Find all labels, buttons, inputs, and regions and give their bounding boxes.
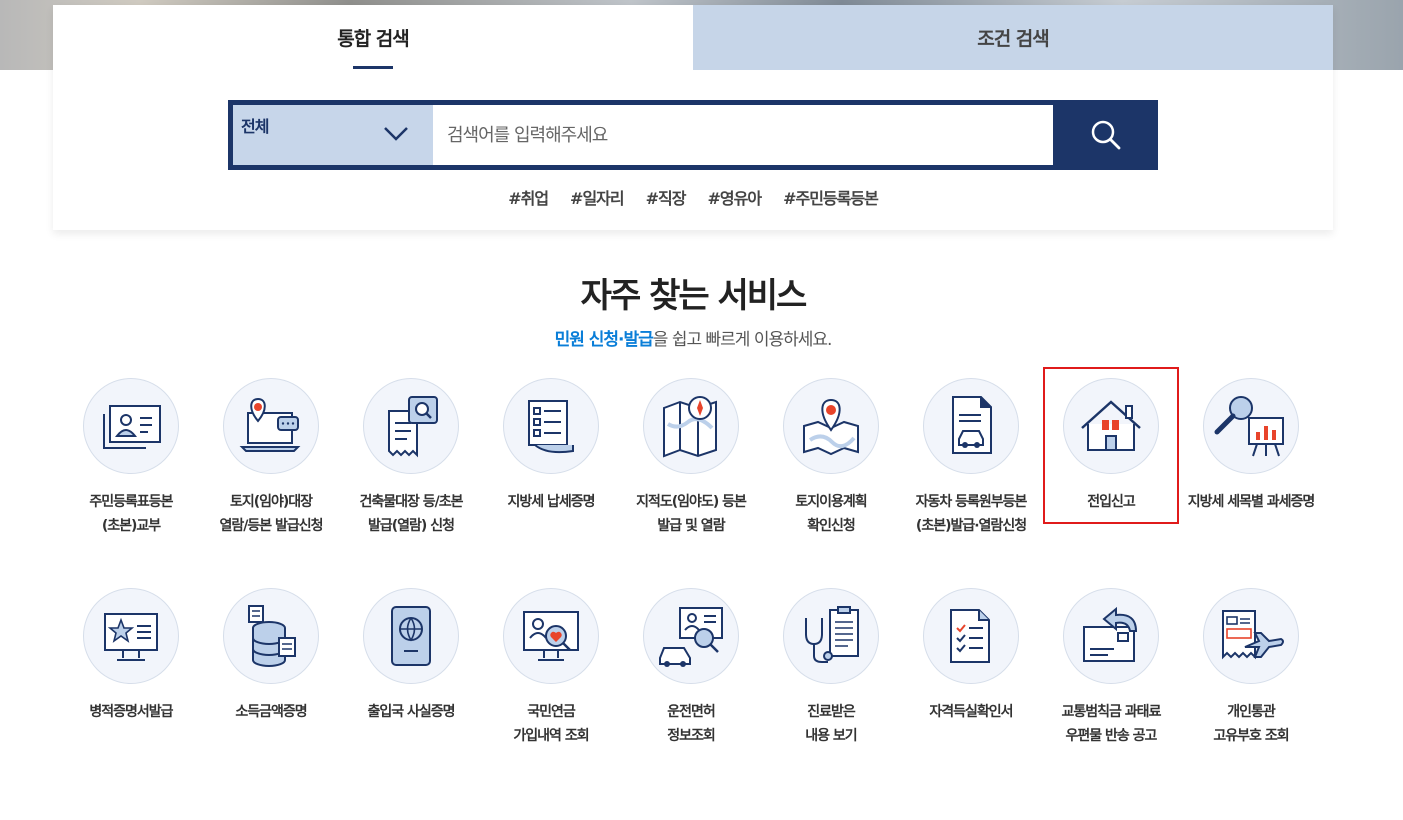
search-bar: 전체 (228, 100, 1158, 170)
service-label: 출입국 사실증명 (367, 704, 455, 720)
service-circle (1203, 588, 1299, 684)
service-label: 자동차 등록원부등본 (초본)발급·열람신청 (915, 494, 1028, 534)
service-circle (643, 378, 739, 474)
search-input[interactable] (433, 105, 1053, 165)
service-label: 운전면허 정보조회 (667, 704, 716, 744)
category-select-value: 전체 (241, 117, 269, 136)
service-item-medical-records[interactable]: 진료받은 내용 보기 (761, 588, 901, 748)
map-compass-icon (663, 396, 717, 458)
car-document-icon (952, 396, 992, 454)
service-label: 진료받은 내용 보기 (805, 704, 857, 744)
customs-plane-icon (1222, 610, 1284, 660)
service-item-traffic-fine-mail[interactable]: 교통범칙금 과태료 우편물 반송 공고 (1041, 588, 1181, 748)
section-title: 자주 찾는 서비스 (580, 276, 808, 316)
service-circle (923, 588, 1019, 684)
tag-link[interactable]: #취업 (508, 185, 549, 209)
tag-link[interactable]: #영유아 (707, 185, 762, 209)
monitor-star-icon (104, 613, 158, 661)
service-circle (503, 588, 599, 684)
popular-tags: #취업 #일자리 #직장 #영유아 #주민등록등본 (53, 185, 1333, 209)
database-coins-icon (248, 605, 296, 667)
service-circle (363, 378, 459, 474)
service-label: 자격득실확인서 (929, 704, 1013, 720)
service-label: 토지(임야)대장 열람/등본 발급신청 (219, 494, 323, 534)
service-circle (783, 588, 879, 684)
magnifier-chart-icon (1214, 396, 1284, 457)
id-card-icon (103, 405, 161, 449)
service-item-income-certificate[interactable]: 소득금액증명 (201, 588, 341, 724)
service-circle (363, 588, 459, 684)
stethoscope-clipboard-icon (805, 606, 859, 663)
service-item-customs-code[interactable]: 개인통관 고유부호 조회 (1181, 588, 1321, 748)
service-item-building-ledger[interactable]: 건축물대장 등/초본 발급(열람) 신청 (341, 378, 481, 538)
search-button[interactable] (1053, 100, 1158, 170)
search-icon (1091, 120, 1120, 150)
document-search-icon (388, 396, 438, 458)
returned-mail-icon (1083, 606, 1138, 662)
service-circle (643, 588, 739, 684)
service-item-resident-copy[interactable]: 주민등록표등본 (초본)교부 (61, 378, 201, 538)
section-subtitle: 민원 신청·발급을 쉽고 빠르게 이용하세요. (0, 325, 1386, 350)
service-circle (223, 378, 319, 474)
service-item-immigration-record[interactable]: 출입국 사실증명 (341, 588, 481, 724)
service-label: 지적도(임야도) 등본 발급 및 열람 (636, 494, 747, 534)
service-circle (923, 378, 1019, 474)
subtitle-rest: 을 쉽고 빠르게 이용하세요. (652, 330, 833, 350)
tag-link[interactable]: #직장 (646, 185, 687, 209)
service-item-land-ledger[interactable]: 토지(임야)대장 열람/등본 발급신청 (201, 378, 341, 538)
tab-condition-search[interactable]: 조건 검색 (693, 5, 1333, 70)
service-item-land-use-plan[interactable]: 토지이용계획 확인신청 (761, 378, 901, 538)
tab-integrated-search[interactable]: 통합 검색 (53, 5, 693, 70)
service-label: 병적증명서발급 (89, 704, 173, 720)
map-pin-icon (803, 398, 859, 456)
service-label: 개인통관 고유부호 조회 (1213, 704, 1289, 744)
service-item-cadastral-map[interactable]: 지적도(임야도) 등본 발급 및 열람 (621, 378, 761, 538)
service-circle (1063, 588, 1159, 684)
passport-icon (391, 606, 431, 666)
pension-heart-icon (523, 611, 579, 661)
service-label: 주민등록표등본 (초본)교부 (89, 494, 173, 534)
service-item-driver-license[interactable]: 운전면허 정보조회 (621, 588, 761, 748)
service-label: 건축물대장 등/초본 발급(열람) 신청 (359, 494, 463, 534)
tag-link[interactable]: #주민등록등본 (783, 185, 879, 209)
service-item-car-registration[interactable]: 자동차 등록원부등본 (초본)발급·열람신청 (901, 378, 1041, 538)
service-circle (83, 378, 179, 474)
checklist-icon (950, 609, 990, 663)
service-circle (223, 588, 319, 684)
service-circle (503, 378, 599, 474)
service-label: 소득금액증명 (235, 704, 307, 720)
subtitle-highlight: 민원 신청·발급 (554, 330, 654, 350)
service-label: 국민연금 가입내역 조회 (513, 704, 589, 744)
service-circle (1203, 378, 1299, 474)
category-select[interactable]: 전체 (233, 105, 433, 165)
selection-highlight-box (1043, 367, 1179, 524)
service-label: 지방세 납세증명 (507, 494, 595, 510)
service-item-local-tax-payment[interactable]: 지방세 납세증명 (481, 378, 621, 514)
service-item-pension-history[interactable]: 국민연금 가입내역 조회 (481, 588, 621, 748)
search-panel: 통합 검색 조건 검색 전체 #취업 #일자리 #직장 #영유아 #주민등록등본 (53, 5, 1333, 230)
checklist-scroll-icon (528, 400, 574, 454)
service-label: 교통범칙금 과태료 우편물 반송 공고 (1061, 704, 1162, 744)
tag-link[interactable]: #일자리 (570, 185, 625, 209)
service-label: 지방세 세목별 과세증명 (1187, 494, 1316, 510)
laptop-location-icon (239, 397, 301, 452)
service-circle (83, 588, 179, 684)
chevron-down-icon (384, 127, 408, 141)
driver-license-icon (659, 607, 723, 667)
service-item-local-tax-assessment[interactable]: 지방세 세목별 과세증명 (1181, 378, 1321, 514)
service-item-military-certificate[interactable]: 병적증명서발급 (61, 588, 201, 724)
service-circle (783, 378, 879, 474)
service-item-qualification[interactable]: 자격득실확인서 (901, 588, 1041, 724)
service-label: 토지이용계획 확인신청 (795, 494, 867, 534)
